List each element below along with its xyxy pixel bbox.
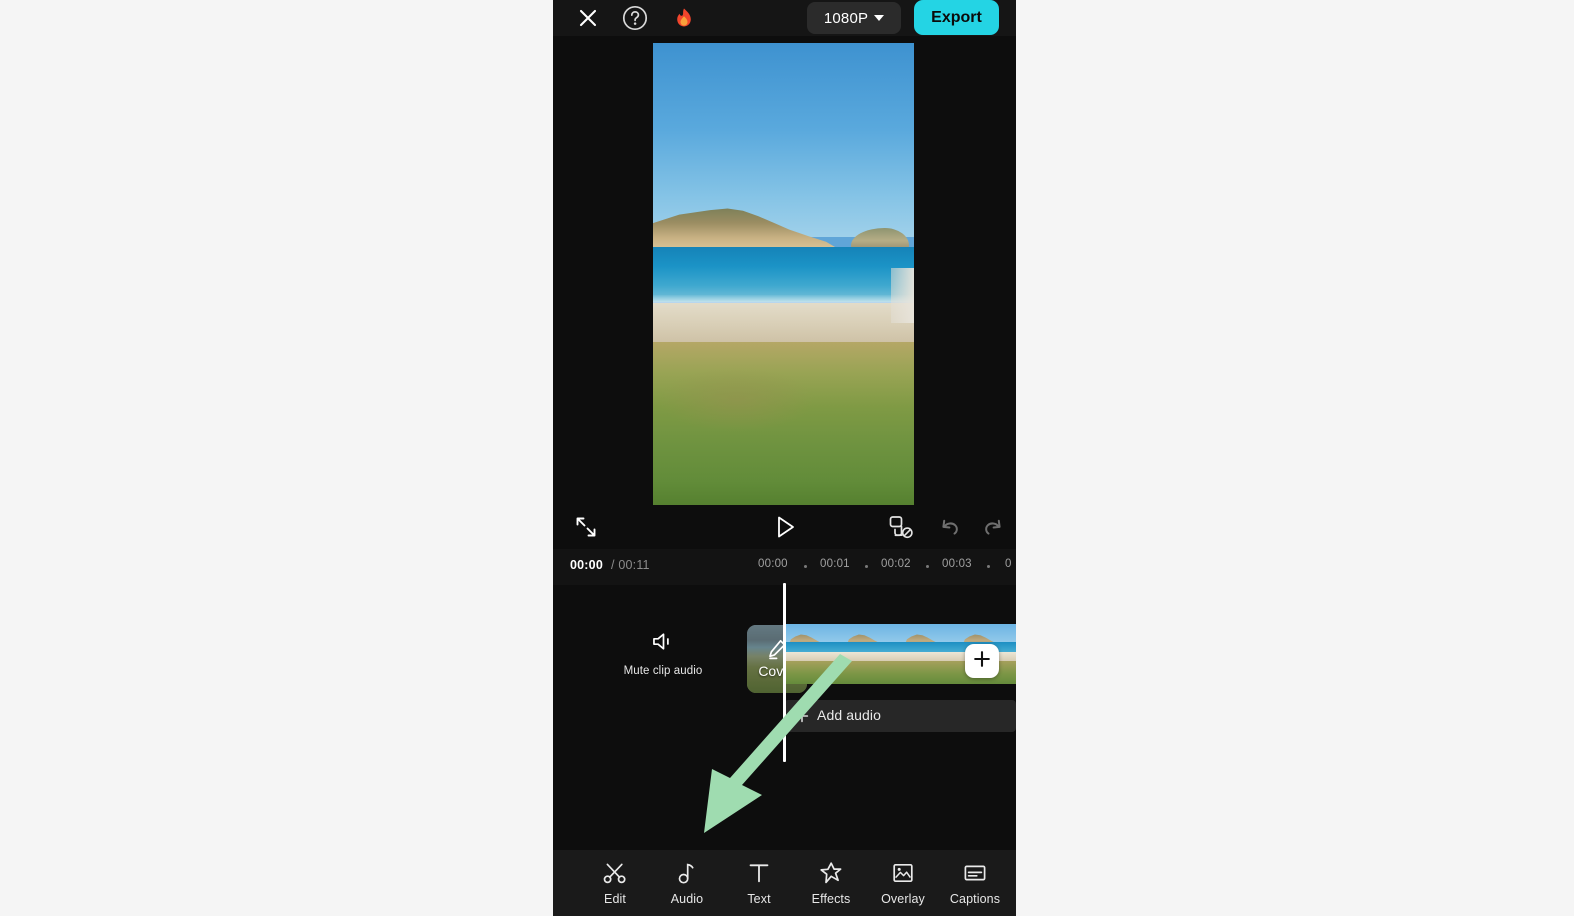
crop-handle-right[interactable] [890, 267, 914, 324]
chevron-down-icon [874, 15, 885, 21]
ruler-tick: 00:01 [820, 558, 850, 570]
export-button-label: Export [931, 8, 982, 26]
tool-audio[interactable]: Audio [651, 860, 723, 906]
flame-icon[interactable] [671, 4, 697, 32]
text-t-icon [746, 860, 772, 886]
ruler-dot [926, 565, 929, 568]
scissors-icon [602, 860, 628, 886]
top-bar: 1080P Export [553, 0, 1016, 36]
screenshot-root: 1080P Export 00:00 / 00:11 00:00 00:01 0… [0, 0, 1574, 916]
sparkle-star-icon [818, 860, 844, 886]
clip-frame [784, 624, 843, 684]
playhead[interactable] [783, 583, 786, 762]
music-note-icon [674, 860, 700, 886]
tool-text[interactable]: Text [723, 860, 795, 906]
expand-icon[interactable] [573, 514, 599, 540]
total-time: / 00:11 [611, 558, 650, 572]
preview-grass-patch [658, 367, 815, 432]
mute-clip-audio-label: Mute clip audio [623, 665, 703, 677]
preview-area [553, 36, 1016, 506]
plus-icon [972, 649, 992, 674]
export-button[interactable]: Export [914, 0, 999, 35]
current-time: 00:00 [570, 558, 603, 572]
plus-icon [795, 709, 809, 723]
timeline-ruler[interactable]: 00:00 00:01 00:02 00:03 0 [758, 558, 1016, 576]
clip-tools: Mute clip audio Cover [608, 625, 807, 695]
add-audio-label: Add audio [817, 707, 881, 723]
ruler-dot [865, 565, 868, 568]
resolution-label: 1080P [823, 9, 869, 27]
tool-effects[interactable]: Effects [795, 860, 867, 906]
tool-edit[interactable]: Edit [579, 860, 651, 906]
ruler-dot [987, 565, 990, 568]
play-icon[interactable] [772, 513, 798, 541]
redo-icon[interactable] [980, 514, 1006, 540]
add-clip-button[interactable] [965, 644, 999, 678]
video-preview[interactable] [653, 43, 914, 506]
help-question-icon[interactable] [621, 4, 649, 32]
ruler-tick: 00:02 [881, 558, 911, 570]
captions-icon [962, 860, 988, 886]
tool-overlay[interactable]: Overlay [867, 860, 939, 906]
player-controls [553, 505, 1016, 549]
tool-label: Captions [949, 892, 1001, 906]
ruler-tick: 00:03 [942, 558, 972, 570]
tool-label: Audio [670, 892, 704, 906]
tool-captions[interactable]: Captions [939, 860, 1011, 906]
timeline-body: Mute clip audio Cover Add audio [553, 583, 1016, 830]
image-overlay-icon [890, 860, 916, 886]
preview-sand [653, 303, 914, 345]
clip-frame [842, 624, 901, 684]
tool-label: Overlay [881, 892, 925, 906]
resolution-selector[interactable]: 1080P [807, 2, 901, 34]
add-audio-button[interactable]: Add audio [784, 700, 1016, 732]
tool-label: Text [747, 892, 771, 906]
ruler-dot [804, 565, 807, 568]
bottom-toolbar: Edit Audio Text Effects Overlay Captions [553, 850, 1016, 916]
video-editor-app: 1080P Export 00:00 / 00:11 00:00 00:01 0… [553, 0, 1016, 916]
mute-clip-audio-button[interactable]: Mute clip audio [608, 631, 718, 677]
preview-sky [653, 43, 914, 238]
close-icon[interactable] [574, 4, 602, 32]
timeline-header: 00:00 / 00:11 00:00 00:01 00:02 00:03 0 [553, 549, 1016, 585]
ruler-tick: 0 [1005, 558, 1012, 570]
tool-filters[interactable]: F [1011, 860, 1016, 906]
ruler-tick: 00:00 [758, 558, 788, 570]
speaker-mute-icon [651, 631, 676, 657]
clip-frame [900, 624, 959, 684]
remove-watermark-icon[interactable] [886, 513, 916, 541]
undo-icon[interactable] [937, 514, 963, 540]
tool-label: Edit [604, 892, 626, 906]
tool-label: Effects [811, 892, 851, 906]
